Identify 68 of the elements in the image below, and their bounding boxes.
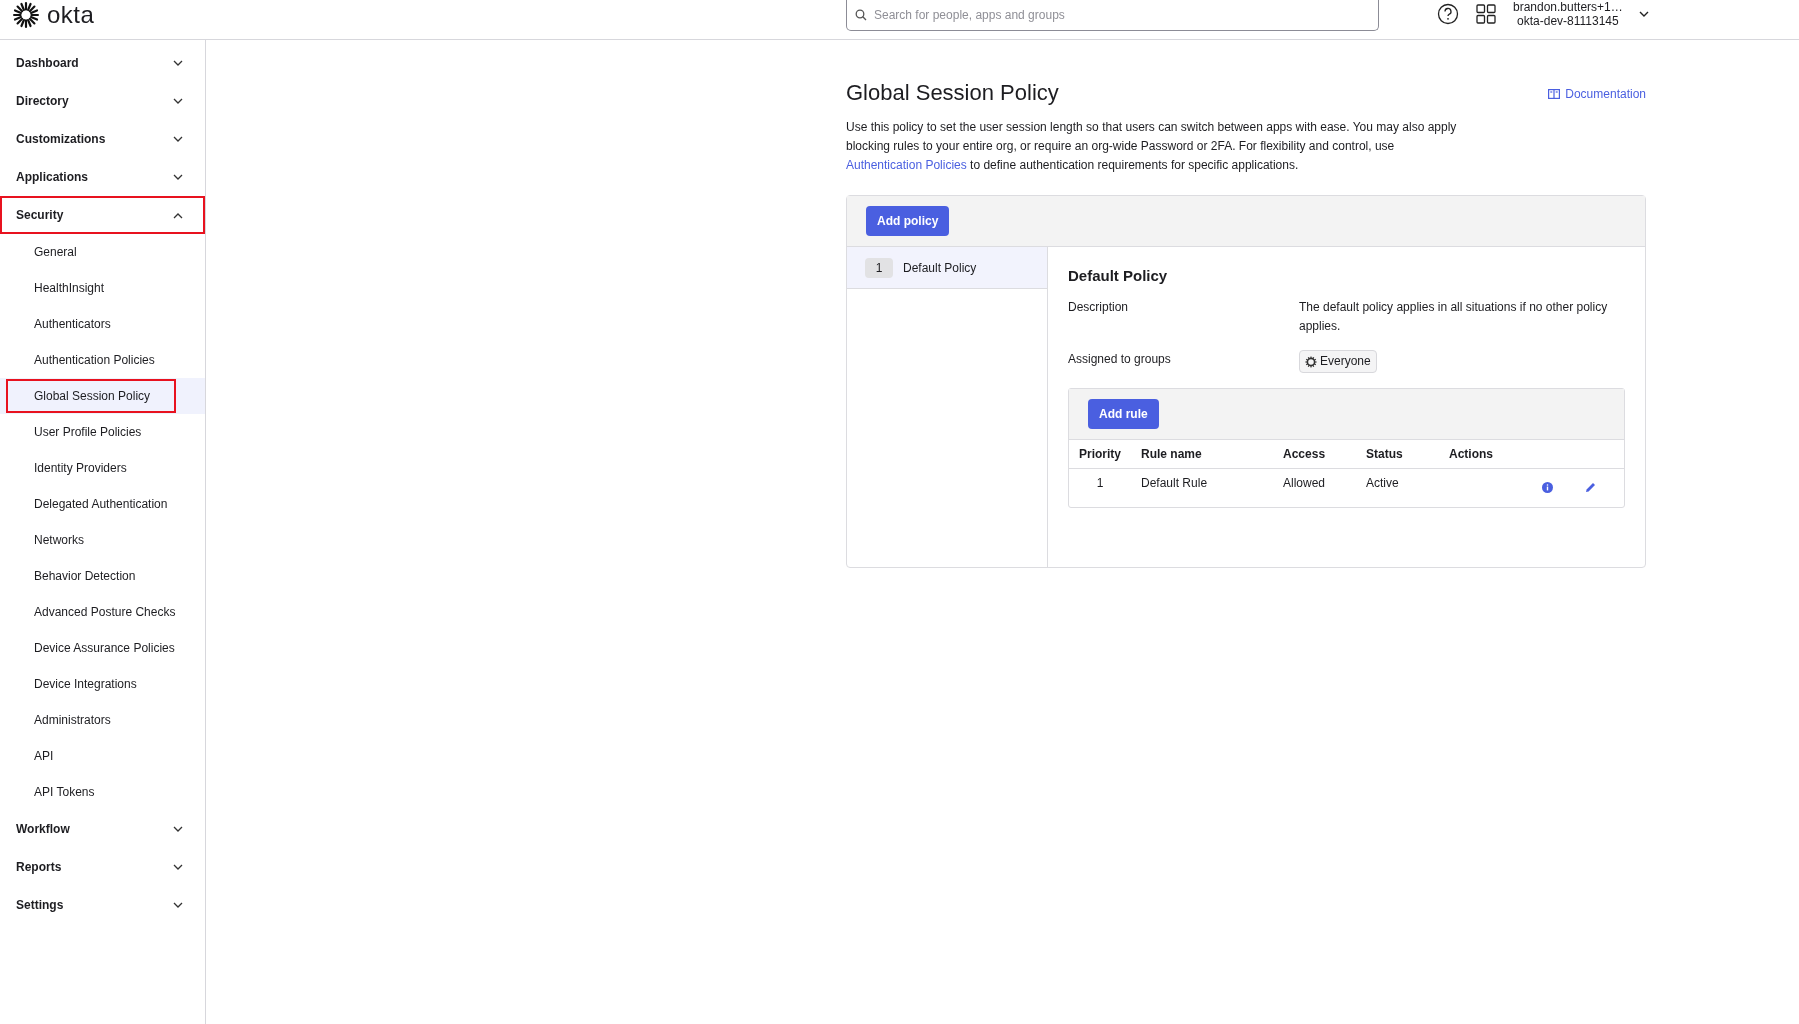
- chevron-down-icon[interactable]: [1638, 10, 1649, 18]
- nav-item[interactable]: Device Integrations: [6, 667, 182, 701]
- nav-section[interactable]: Directory: [0, 82, 205, 120]
- nav-item[interactable]: General: [6, 235, 182, 269]
- field-label: Assigned to groups: [1068, 351, 1172, 368]
- user-name: brandon.butters+1…: [1513, 0, 1623, 14]
- nav-item[interactable]: API: [6, 739, 182, 773]
- chevron-down-icon: [173, 135, 183, 143]
- nav-item[interactable]: Device Assurance Policies: [6, 631, 182, 665]
- nav-section[interactable]: Security: [0, 196, 205, 234]
- chevron-down-icon: [173, 901, 183, 909]
- nav-item[interactable]: Networks: [6, 523, 182, 557]
- app-grid-icon[interactable]: [1475, 3, 1497, 25]
- nav-section[interactable]: Dashboard: [0, 44, 205, 82]
- table-cell: Default Rule: [1131, 468, 1273, 507]
- info-icon[interactable]: [1542, 481, 1553, 493]
- chevron-up-icon: [173, 211, 183, 219]
- column-header: Access: [1273, 439, 1356, 468]
- chevron-down-icon: [173, 863, 183, 871]
- group-chip: Everyone: [1299, 350, 1377, 373]
- documentation-link[interactable]: Documentation: [1548, 87, 1646, 101]
- nav-item[interactable]: User Profile Policies: [6, 415, 182, 449]
- chevron-down-icon: [173, 97, 183, 105]
- chevron-down-icon: [173, 825, 183, 833]
- field-label: Description: [1068, 299, 1130, 316]
- add-rule-button[interactable]: Add rule: [1088, 398, 1159, 429]
- policy-name: Default Policy: [903, 260, 977, 275]
- priority-badge: 1: [865, 257, 893, 278]
- nav-item[interactable]: HealthInsight: [6, 271, 182, 305]
- page-title: Global Session Policy: [846, 80, 1059, 106]
- policy-list-item[interactable]: 1 Default Policy: [847, 247, 1047, 289]
- chevron-down-icon: [173, 59, 183, 67]
- nav-section[interactable]: Settings: [0, 886, 205, 924]
- nav-section[interactable]: Customizations: [0, 120, 205, 158]
- column-header: Status: [1356, 439, 1439, 468]
- policy-title: Default Policy: [1068, 267, 1169, 284]
- column-header: Priority: [1069, 439, 1131, 468]
- add-policy-button[interactable]: Add policy: [866, 206, 950, 236]
- column-header: Actions: [1439, 439, 1624, 468]
- group-icon: [1305, 355, 1317, 368]
- nav-item[interactable]: Authentication Policies: [6, 343, 182, 377]
- column-header: Rule name: [1131, 439, 1273, 468]
- edit-icon[interactable]: [1585, 481, 1596, 493]
- nav-item[interactable]: Authenticators: [6, 307, 182, 341]
- help-icon[interactable]: [1437, 3, 1459, 25]
- intro-text: Use this policy to set the user session length so that users can switch between apps with ease. You may also apply blocking rules to your entire org, or require an org-wide Password or 2FA. For flexibility and control, use Authentication Policies to define authentication requirements for specific applications.: [846, 119, 1458, 174]
- book-icon: [1548, 89, 1561, 99]
- nav-section[interactable]: Workflow: [0, 810, 205, 848]
- nav-item[interactable]: Delegated Authentication: [6, 487, 182, 521]
- table-cell: Allowed: [1273, 468, 1356, 507]
- search-field[interactable]: Search for people, apps and groups: [846, 0, 1379, 31]
- nav-item[interactable]: API Tokens: [6, 775, 182, 809]
- search-icon: [855, 9, 867, 21]
- okta-logo-icon: [13, 2, 39, 28]
- org-name: okta-dev-81113145: [1517, 14, 1619, 28]
- chevron-down-icon: [173, 173, 183, 181]
- logo-wordmark: okta: [47, 1, 95, 29]
- field-value: The default policy applies in all situations if no other policy applies.: [1299, 299, 1609, 335]
- nav-item[interactable]: Behavior Detection: [6, 559, 182, 593]
- nav-item[interactable]: Advanced Posture Checks: [6, 595, 182, 629]
- authentication-policies-link[interactable]: Authentication Policies: [846, 158, 967, 172]
- nav-item[interactable]: Identity Providers: [6, 451, 182, 485]
- nav-section[interactable]: Reports: [0, 848, 205, 886]
- nav-item[interactable]: Global Session Policy: [6, 379, 176, 413]
- table-cell: 1: [1069, 468, 1131, 507]
- nav-section[interactable]: Applications: [0, 158, 205, 196]
- nav-item[interactable]: Administrators: [6, 703, 182, 737]
- table-cell: Active: [1356, 468, 1439, 507]
